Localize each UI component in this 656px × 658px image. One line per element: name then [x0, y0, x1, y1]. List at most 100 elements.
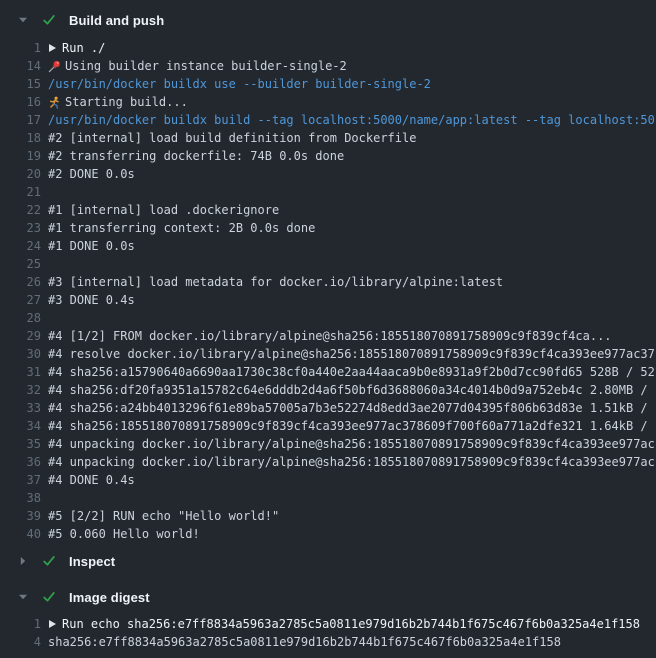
- step-header-image-digest[interactable]: Image digest: [0, 579, 656, 615]
- log-text: #4 unpacking docker.io/library/alpine@sh…: [48, 437, 655, 451]
- log-line: 33 #4 sha256:a24bb4013296f61e89ba57005a7b…: [0, 399, 656, 417]
- log-text: #4 sha256:a15790640a6690aa1730c38cf0a440…: [48, 365, 655, 379]
- log-text: #2 transferring dockerfile: 74B 0.0s don…: [48, 149, 344, 163]
- line-number[interactable]: 18: [0, 131, 41, 145]
- run-expander-icon[interactable]: [48, 43, 57, 53]
- line-number[interactable]: 37: [0, 473, 41, 487]
- log-line: 1 Run ./: [0, 39, 656, 57]
- log-text: #1 DONE 0.0s: [48, 239, 135, 253]
- log-line: 40 #5 0.060 Hello world!: [0, 525, 656, 543]
- log-text: Run echo sha256:e7ff8834a5963a2785c5a081…: [62, 617, 640, 631]
- log-line-content: Starting build...: [48, 95, 188, 109]
- line-number[interactable]: 30: [0, 347, 41, 361]
- step-section: Image digest 1 Run echo sha256:e7ff8834a5…: [0, 579, 656, 651]
- log-text: #3 DONE 0.4s: [48, 293, 135, 307]
- log-line: 4 sha256:e7ff8834a5963a2785c5a0811e979d16…: [0, 633, 656, 651]
- line-number[interactable]: 15: [0, 77, 41, 91]
- log-line: 39 #5 [2/2] RUN echo "Hello world!": [0, 507, 656, 525]
- line-number[interactable]: 32: [0, 383, 41, 397]
- log-line: 30 #4 resolve docker.io/library/alpine@sh…: [0, 345, 656, 363]
- line-number[interactable]: 39: [0, 509, 41, 523]
- log-line: 36 #4 unpacking docker.io/library/alpine@…: [0, 453, 656, 471]
- log-line-content: #5 0.060 Hello world!: [48, 527, 200, 541]
- log-line-content: #4 sha256:185518070891758909c9f839cf4ca3…: [48, 419, 655, 433]
- step-header-inspect[interactable]: Inspect: [0, 543, 656, 579]
- line-number[interactable]: 1: [0, 41, 41, 55]
- line-number[interactable]: 17: [0, 113, 41, 127]
- log-text: #1 [internal] load .dockerignore: [48, 203, 279, 217]
- log-text: #4 [1/2] FROM docker.io/library/alpine@s…: [48, 329, 612, 343]
- line-number[interactable]: 36: [0, 455, 41, 469]
- log-text: #4 DONE 0.4s: [48, 473, 135, 487]
- log-line: 27 #3 DONE 0.4s: [0, 291, 656, 309]
- log-line-content: #2 DONE 0.0s: [48, 167, 135, 181]
- log-line: 28: [0, 309, 656, 327]
- log-text: sha256:e7ff8834a5963a2785c5a0811e979d16b…: [48, 635, 561, 649]
- run-expander-icon[interactable]: [48, 619, 57, 629]
- log-text: #3 [internal] load metadata for docker.i…: [48, 275, 503, 289]
- chevron-right-icon[interactable]: [18, 556, 28, 566]
- log-line-content: sha256:e7ff8834a5963a2785c5a0811e979d16b…: [48, 635, 561, 649]
- log-line-content: #4 sha256:a24bb4013296f61e89ba57005a7b3e…: [48, 401, 655, 415]
- log-line-content: Run ./: [48, 41, 105, 55]
- log-text: #4 resolve docker.io/library/alpine@sha2…: [48, 347, 655, 361]
- line-number[interactable]: 20: [0, 167, 41, 181]
- log-line: 16 Starting build...: [0, 93, 656, 111]
- log-line: 34 #4 sha256:185518070891758909c9f839cf4c…: [0, 417, 656, 435]
- step-section: Build and push 1 Run ./ 14 Using builder in…: [0, 1, 656, 543]
- line-number[interactable]: 19: [0, 149, 41, 163]
- log-line-content: #5 [2/2] RUN echo "Hello world!": [48, 509, 279, 523]
- line-number[interactable]: 25: [0, 257, 41, 271]
- chevron-down-icon[interactable]: [18, 15, 28, 25]
- line-number[interactable]: 23: [0, 221, 41, 235]
- log-line-content: /usr/bin/docker buildx build --tag local…: [48, 113, 655, 127]
- line-number[interactable]: 35: [0, 437, 41, 451]
- line-number[interactable]: 26: [0, 275, 41, 289]
- line-number[interactable]: 31: [0, 365, 41, 379]
- line-number[interactable]: 40: [0, 527, 41, 541]
- line-number[interactable]: 21: [0, 185, 41, 199]
- log-line-content: #3 DONE 0.4s: [48, 293, 135, 307]
- step-section: Inspect: [0, 543, 656, 579]
- log-line: 18#2 [internal] load build definition fr…: [0, 129, 656, 147]
- log-line-content: /usr/bin/docker buildx use --builder bui…: [48, 77, 431, 91]
- pushpin-icon: [48, 60, 61, 73]
- log-line: 21: [0, 183, 656, 201]
- log-text: Using builder instance builder-single-2: [65, 59, 347, 73]
- check-icon: [42, 590, 56, 604]
- log-line-content: #4 DONE 0.4s: [48, 473, 135, 487]
- log-text: #4 sha256:df20fa9351a15782c64e6dddb2d4a6…: [48, 383, 655, 397]
- step-header-build-and-push[interactable]: Build and push: [0, 1, 656, 39]
- line-number[interactable]: 38: [0, 491, 41, 505]
- line-number[interactable]: 22: [0, 203, 41, 217]
- line-number[interactable]: 27: [0, 293, 41, 307]
- line-number[interactable]: 34: [0, 419, 41, 433]
- log-line-content: #4 sha256:df20fa9351a15782c64e6dddb2d4a6…: [48, 383, 655, 397]
- line-number[interactable]: 4: [0, 635, 41, 649]
- line-number[interactable]: 24: [0, 239, 41, 253]
- log-line-content: #4 unpacking docker.io/library/alpine@sh…: [48, 455, 655, 469]
- line-number[interactable]: 14: [0, 59, 41, 73]
- line-number[interactable]: 1: [0, 617, 41, 631]
- log-text: Starting build...: [65, 95, 188, 109]
- log-line-content: Using builder instance builder-single-2: [48, 59, 347, 73]
- log-line-content: #4 [1/2] FROM docker.io/library/alpine@s…: [48, 329, 612, 343]
- line-number[interactable]: 33: [0, 401, 41, 415]
- log-line: 15/usr/bin/docker buildx use --builder b…: [0, 75, 656, 93]
- log-line: 19 #2 transferring dockerfile: 74B 0.0s d…: [0, 147, 656, 165]
- log-line: 22 #1 [internal] load .dockerignore: [0, 201, 656, 219]
- chevron-down-icon[interactable]: [18, 592, 28, 602]
- log-line: 38: [0, 489, 656, 507]
- line-number[interactable]: 28: [0, 311, 41, 325]
- line-number[interactable]: 16: [0, 95, 41, 109]
- log-line-content: #1 [internal] load .dockerignore: [48, 203, 279, 217]
- log-line: 14 Using builder instance builder-single-…: [0, 57, 656, 75]
- log-line: 23#1 transferring context: 2B 0.0s done: [0, 219, 656, 237]
- log-line: 26 #3 [internal] load metadata for docker…: [0, 273, 656, 291]
- check-icon: [42, 554, 56, 568]
- log-line-content: #4 resolve docker.io/library/alpine@sha2…: [48, 347, 655, 361]
- step-log-lines: 1 Run ./ 14 Using builder instance builder-…: [0, 39, 656, 543]
- step-title: Build and push: [69, 13, 164, 28]
- line-number[interactable]: 29: [0, 329, 41, 343]
- log-line-content: #3 [internal] load metadata for docker.i…: [48, 275, 503, 289]
